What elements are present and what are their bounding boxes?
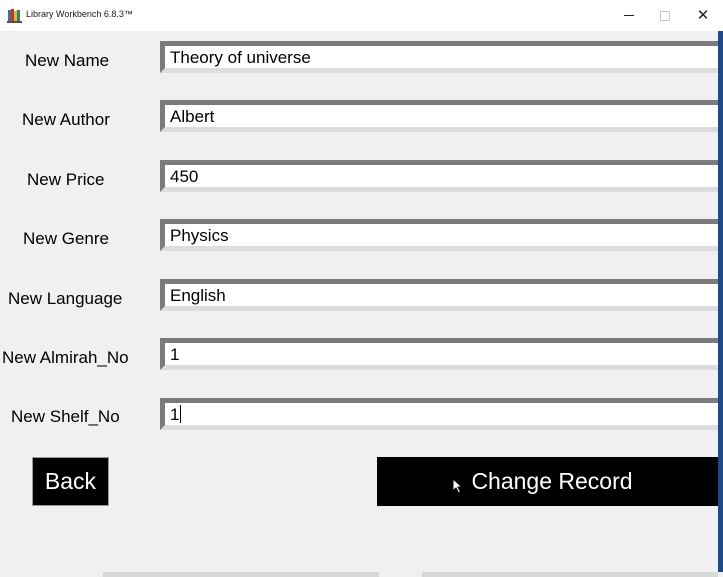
change-record-button[interactable]: Change Record [377,457,723,506]
new-price-value: 450 [170,167,199,186]
new-language-label: New Language [8,289,123,308]
back-button[interactable]: Back [32,457,109,506]
title-bar[interactable]: Library Workbench 6.8.3™ ✕ [0,0,723,31]
change-record-label: Change Record [471,468,633,494]
scrollbar-thumb[interactable] [103,572,379,577]
new-genre-input[interactable]: Physics [160,219,723,251]
new-almirah-no-label: New Almirah_No [2,348,129,367]
new-shelf-no-input[interactable]: 1 [160,398,723,430]
maximize-button[interactable] [645,0,685,31]
close-icon: ✕ [696,7,710,24]
new-name-label: New Name [25,51,110,70]
new-author-label: New Author [22,110,110,129]
new-genre-label: New Genre [23,229,109,248]
new-author-input[interactable]: Albert [160,100,723,132]
window-title: Library Workbench 6.8.3™ [26,9,133,19]
new-almirah-no-value: 1 [170,345,180,364]
desktop-edge [718,31,723,577]
minimize-button[interactable] [609,0,649,31]
new-language-input[interactable]: English [160,279,723,311]
minimize-icon [624,15,634,16]
close-button[interactable]: ✕ [684,0,722,31]
new-shelf-no-value-wrap: 1 [170,405,182,425]
new-name-value: Theory of universe [170,48,311,67]
mouse-pointer-icon [452,478,464,494]
maximize-icon [660,10,670,21]
new-author-value: Albert [170,107,215,126]
new-name-input[interactable]: Theory of universe [160,41,723,73]
new-genre-value: Physics [170,226,229,245]
new-language-value: English [170,286,226,305]
library-books-icon [7,9,22,23]
new-price-input[interactable]: 450 [160,160,723,192]
new-shelf-no-value: 1 [170,405,180,424]
new-shelf-no-label: New Shelf_No [11,407,120,426]
new-almirah-no-input[interactable]: 1 [160,338,723,370]
text-caret [180,405,182,423]
new-price-label: New Price [27,170,105,189]
app-window: Library Workbench 6.8.3™ ✕ New Name Theo… [0,0,723,577]
scrollbar-thumb-right[interactable] [422,572,718,577]
